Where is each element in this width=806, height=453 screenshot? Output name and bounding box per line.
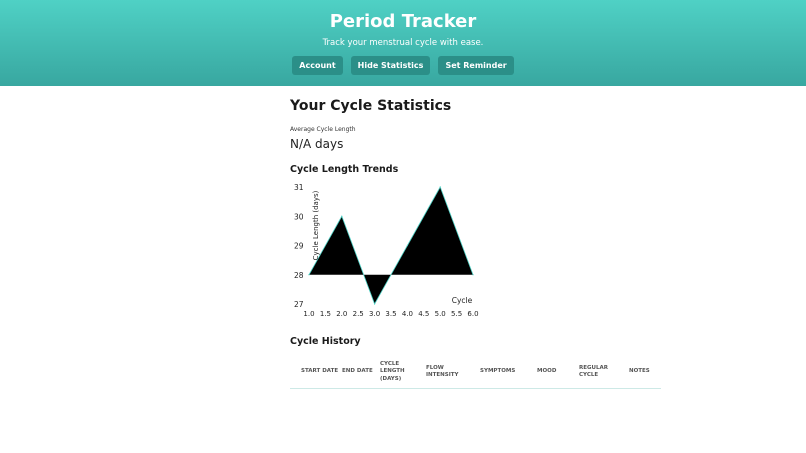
x-tick-label: 5.0 bbox=[435, 310, 446, 316]
x-tick-label: 1.0 bbox=[303, 310, 314, 316]
column-header: Mood bbox=[537, 368, 557, 375]
y-tick-label: 29 bbox=[294, 242, 304, 251]
app-header: Period Tracker Track your menstrual cycl… bbox=[0, 0, 806, 86]
y-axis-label: Cycle Length (days) bbox=[312, 190, 320, 260]
series-area bbox=[309, 187, 473, 304]
x-tick-label: 4.0 bbox=[402, 310, 413, 316]
y-tick-label: 27 bbox=[294, 300, 304, 309]
x-tick-label: 3.5 bbox=[385, 310, 396, 316]
set-reminder-button[interactable]: Set Reminder bbox=[438, 56, 514, 75]
x-tick-label: 5.5 bbox=[451, 310, 462, 316]
x-tick-label: 6.0 bbox=[467, 310, 478, 316]
x-axis-label: Cycle bbox=[452, 296, 473, 305]
x-tick-label: 1.5 bbox=[320, 310, 331, 316]
cycle-history-title: Cycle History bbox=[290, 336, 361, 347]
table-header-row: Start Date End Date Cycle Length (Days) Flo… bbox=[290, 356, 661, 388]
hide-statistics-button[interactable]: Hide Statistics bbox=[350, 56, 431, 75]
app-title: Period Tracker bbox=[329, 11, 477, 32]
x-tick-label: 3.0 bbox=[369, 310, 380, 316]
data-point bbox=[308, 274, 310, 276]
column-header: Symptoms bbox=[480, 368, 516, 375]
x-tick-label: 2.0 bbox=[336, 310, 347, 316]
column-header: End Date bbox=[342, 368, 373, 375]
data-point bbox=[472, 274, 474, 276]
y-tick-label: 30 bbox=[294, 212, 304, 221]
cycle-history-table: Start Date End Date Cycle Length (Days) Flo… bbox=[290, 356, 661, 389]
column-header: Regular Cycle bbox=[579, 364, 608, 378]
column-header: Flow Intensity bbox=[426, 364, 459, 378]
header-nav: Account Hide Statistics Set Reminder bbox=[0, 56, 806, 75]
data-point bbox=[439, 186, 441, 188]
statistics-title: Your Cycle Statistics bbox=[290, 98, 452, 114]
column-header: Start Date bbox=[301, 368, 339, 375]
data-point bbox=[374, 303, 376, 305]
y-tick-label: 31 bbox=[294, 183, 304, 192]
data-point bbox=[406, 244, 408, 247]
app-subtitle: Track your menstrual cycle with ease. bbox=[322, 38, 484, 48]
average-cycle-length-value: N/A days bbox=[290, 137, 344, 151]
cycle-length-chart: 27 28 29 30 31 1.0 1.5 2.0 2.5 3.0 3.5 4.0 4.5 5.0 5.5… bbox=[294, 183, 479, 316]
average-cycle-length-label: Average Cycle Length bbox=[290, 126, 356, 133]
y-tick-label: 28 bbox=[294, 271, 304, 280]
account-button[interactable]: Account bbox=[292, 56, 343, 75]
column-header: Cycle Length (Days) bbox=[380, 361, 405, 382]
chart-title: Cycle Length Trends bbox=[290, 164, 399, 175]
data-point bbox=[341, 215, 343, 217]
x-tick-label: 2.5 bbox=[353, 310, 364, 316]
column-header: Notes bbox=[629, 368, 650, 375]
x-tick-label: 4.5 bbox=[418, 310, 429, 316]
